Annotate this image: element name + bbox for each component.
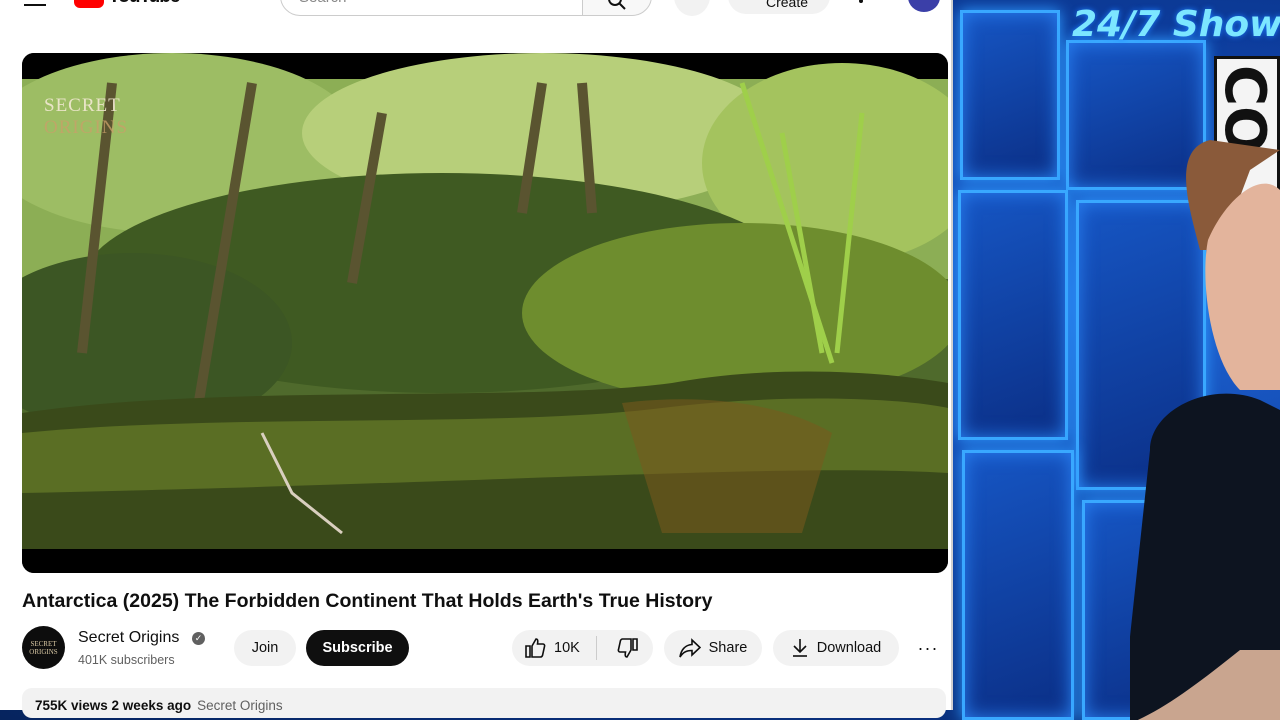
stream-canvas: 24/7 Show CO YouTube Search Create bbox=[0, 0, 1280, 720]
account-avatar[interactable] bbox=[906, 0, 942, 14]
backdrop-tile bbox=[958, 190, 1068, 440]
search-icon bbox=[608, 0, 626, 10]
download-label: Download bbox=[816, 640, 882, 656]
video-frame bbox=[22, 53, 948, 573]
search-button[interactable] bbox=[582, 0, 652, 16]
share-button[interactable]: Share bbox=[664, 630, 762, 666]
thumbs-up-icon[interactable] bbox=[524, 637, 546, 659]
menu-icon[interactable] bbox=[24, 0, 46, 6]
mic-icon[interactable] bbox=[674, 0, 710, 16]
thumbs-down-icon[interactable] bbox=[617, 637, 639, 659]
watermark-line1: SECRET bbox=[44, 95, 121, 116]
host-person bbox=[1130, 140, 1280, 720]
search-input[interactable]: Search bbox=[280, 0, 584, 16]
subscriber-count: 401K subscribers bbox=[78, 653, 175, 667]
watermark-line2: ORIGINS bbox=[44, 117, 129, 138]
channel-name[interactable]: Secret Origins bbox=[78, 629, 179, 647]
bell-icon[interactable] bbox=[850, 0, 872, 6]
youtube-window: YouTube Search Create bbox=[0, 0, 953, 718]
backdrop-tile bbox=[962, 450, 1074, 720]
create-button[interactable]: Create bbox=[728, 0, 830, 14]
like-dislike-group: 10K bbox=[512, 630, 653, 666]
share-label: Share bbox=[708, 640, 748, 656]
download-button[interactable]: Download bbox=[773, 630, 899, 666]
join-button[interactable]: Join bbox=[234, 630, 296, 666]
description-source: Secret Origins bbox=[197, 698, 283, 713]
subscribe-button[interactable]: Subscribe bbox=[306, 630, 409, 666]
backdrop-tile bbox=[960, 10, 1060, 180]
channel-avatar[interactable]: SECRET ORIGINS bbox=[22, 626, 65, 669]
like-divider bbox=[595, 636, 597, 660]
video-title: Antarctica (2025) The Forbidden Continen… bbox=[22, 590, 713, 612]
video-watermark: SECRET ORIGINS bbox=[44, 95, 128, 139]
show-title: 24/7 Show bbox=[1072, 4, 1280, 45]
download-icon bbox=[792, 639, 807, 657]
youtube-topbar: YouTube Search Create bbox=[0, 0, 953, 18]
share-icon bbox=[678, 638, 701, 658]
description-box[interactable]: 755K views 2 weeks ago Secret Origins bbox=[22, 688, 946, 718]
youtube-logo-text: YouTube bbox=[108, 0, 180, 8]
verified-icon: ✓ bbox=[192, 632, 205, 645]
youtube-play-icon bbox=[74, 0, 104, 8]
view-stats: 755K views 2 weeks ago bbox=[35, 698, 192, 713]
video-player[interactable]: SECRET ORIGINS bbox=[22, 53, 948, 573]
youtube-logo[interactable]: YouTube bbox=[74, 0, 180, 8]
more-actions-button[interactable]: ··· bbox=[909, 630, 947, 666]
like-count[interactable]: 10K bbox=[554, 640, 580, 656]
